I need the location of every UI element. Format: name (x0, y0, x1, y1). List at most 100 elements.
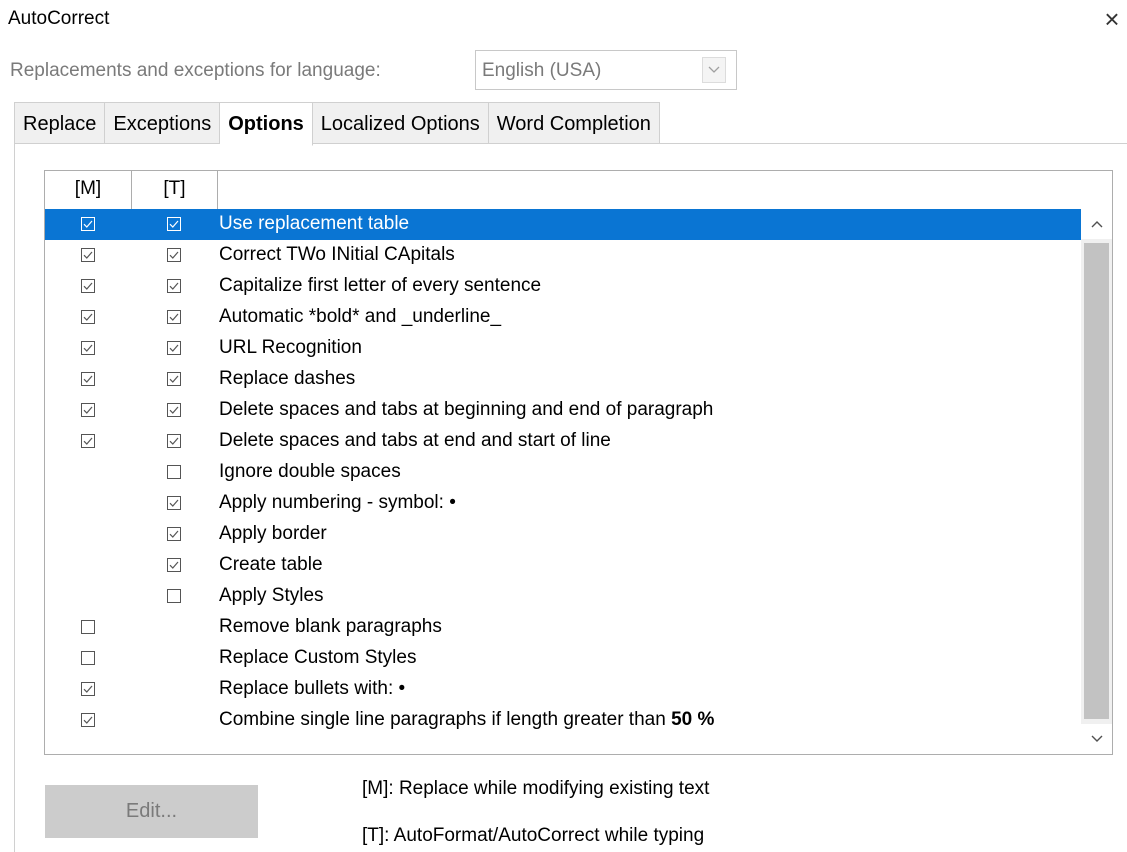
list-item[interactable]: Automatic *bold* and _underline_ (45, 302, 1081, 333)
checkbox-t[interactable] (167, 527, 181, 541)
option-label: Capitalize first letter of every sentenc… (219, 275, 541, 297)
legend-m: [M]: Replace while modifying existing te… (362, 778, 710, 799)
option-label: Apply numbering - symbol: • (219, 492, 456, 514)
checkbox-m[interactable] (81, 341, 95, 355)
edit-button-label: Edit... (125, 800, 178, 822)
option-text: Apply numbering - symbol: • (219, 492, 456, 513)
option-text: Correct TWo INitial CApitals (219, 244, 455, 265)
checkbox-t[interactable] (167, 434, 181, 448)
option-text: Delete spaces and tabs at end and start … (219, 430, 611, 451)
column-header-t[interactable]: [T] (132, 171, 218, 209)
tab-bar: Replace Exceptions Options Localized Opt… (14, 102, 660, 146)
checkbox-t[interactable] (167, 403, 181, 417)
option-text: Automatic *bold* and _underline_ (219, 306, 502, 327)
checkbox-m[interactable] (81, 403, 95, 417)
option-label: Create table (219, 554, 323, 576)
list-item[interactable]: Use replacement table (45, 209, 1081, 240)
list-item[interactable]: Apply Styles (45, 581, 1081, 612)
list-item[interactable]: Delete spaces and tabs at end and start … (45, 426, 1081, 457)
option-text: Replace dashes (219, 368, 356, 389)
list-header: [M] [T] (45, 171, 1112, 210)
checkbox-t[interactable] (167, 372, 181, 386)
list-item[interactable]: Replace dashes (45, 364, 1081, 395)
language-select[interactable]: English (USA) (475, 50, 737, 90)
list-item[interactable]: Correct TWo INitial CApitals (45, 240, 1081, 271)
option-label: Apply border (219, 523, 327, 545)
option-label: Apply Styles (219, 585, 324, 607)
checkbox-m[interactable] (81, 651, 95, 665)
column-header-m[interactable]: [M] (45, 171, 132, 209)
option-label: Replace Custom Styles (219, 647, 416, 669)
close-icon[interactable]: × (1097, 4, 1127, 34)
option-label: Ignore double spaces (219, 461, 401, 483)
checkbox-m[interactable] (81, 217, 95, 231)
list-item[interactable]: Capitalize first letter of every sentenc… (45, 271, 1081, 302)
checkbox-t[interactable] (167, 341, 181, 355)
vertical-scrollbar[interactable] (1081, 209, 1112, 754)
option-label: Remove blank paragraphs (219, 616, 442, 638)
checkbox-t[interactable] (167, 558, 181, 572)
checkbox-m[interactable] (81, 620, 95, 634)
checkbox-m[interactable] (81, 372, 95, 386)
tab-replace[interactable]: Replace (14, 102, 106, 144)
checkbox-m[interactable] (81, 682, 95, 696)
list-item[interactable]: Remove blank paragraphs (45, 612, 1081, 643)
checkbox-t[interactable] (167, 465, 181, 479)
option-text: Apply Styles (219, 585, 324, 606)
language-value: English (USA) (482, 60, 602, 81)
dialog-title: AutoCorrect (8, 8, 110, 29)
option-text: URL Recognition (219, 337, 362, 358)
option-label: Delete spaces and tabs at beginning and … (219, 399, 713, 421)
option-text: Apply border (219, 523, 327, 544)
tab-exceptions[interactable]: Exceptions (105, 102, 221, 144)
list-item[interactable]: Replace bullets with: • (45, 674, 1081, 705)
checkbox-m[interactable] (81, 248, 95, 262)
option-label: Combine single line paragraphs if length… (219, 709, 714, 731)
scrollbar-thumb[interactable] (1084, 243, 1109, 719)
option-text: Replace Custom Styles (219, 647, 417, 668)
option-value: 50 % (671, 709, 715, 730)
list-item[interactable]: Combine single line paragraphs if length… (45, 705, 1081, 736)
option-text: Replace bullets with: • (219, 678, 406, 699)
chevron-up-icon[interactable] (1081, 209, 1112, 239)
option-text: Create table (219, 554, 323, 575)
tab-options[interactable]: Options (220, 102, 313, 146)
list-item[interactable]: URL Recognition (45, 333, 1081, 364)
checkbox-m[interactable] (81, 310, 95, 324)
option-text: Ignore double spaces (219, 461, 401, 482)
checkbox-m[interactable] (81, 434, 95, 448)
column-header-label (218, 171, 1112, 209)
list-rows: Use replacement table Correct TWo INitial… (45, 209, 1081, 736)
title-bar: AutoCorrect × (0, 0, 1127, 38)
checkbox-m[interactable] (81, 279, 95, 293)
list-item[interactable]: Ignore double spaces (45, 457, 1081, 488)
tab-localized-options[interactable]: Localized Options (312, 102, 489, 144)
language-label: Replacements and exceptions for language… (10, 60, 381, 81)
tab-word-completion[interactable]: Word Completion (488, 102, 660, 144)
option-text: Capitalize first letter of every sentenc… (219, 275, 542, 296)
options-list: [M] [T] Use replacement table Correct TWo… (44, 170, 1113, 755)
list-item[interactable]: Delete spaces and tabs at beginning and … (45, 395, 1081, 426)
checkbox-t[interactable] (167, 217, 181, 231)
edit-button[interactable]: Edit... (45, 785, 258, 838)
option-label: Correct TWo INitial CApitals (219, 244, 455, 266)
language-row: Replacements and exceptions for language… (0, 50, 1127, 94)
checkbox-t[interactable] (167, 589, 181, 603)
list-item[interactable]: Replace Custom Styles (45, 643, 1081, 674)
checkbox-m[interactable] (81, 713, 95, 727)
option-label: Automatic *bold* and _underline_ (219, 306, 501, 328)
option-text: Use replacement table (219, 213, 410, 234)
list-item[interactable]: Create table (45, 550, 1081, 581)
option-label: Replace bullets with: • (219, 678, 405, 700)
list-item[interactable]: Apply border (45, 519, 1081, 550)
chevron-down-icon[interactable] (1081, 724, 1112, 754)
checkbox-t[interactable] (167, 310, 181, 324)
checkbox-t[interactable] (167, 496, 181, 510)
list-item[interactable]: Apply numbering - symbol: • (45, 488, 1081, 519)
option-label: Use replacement table (219, 213, 409, 235)
checkbox-t[interactable] (167, 248, 181, 262)
option-text: Remove blank paragraphs (219, 616, 442, 637)
checkbox-t[interactable] (167, 279, 181, 293)
chevron-down-icon[interactable] (702, 57, 726, 83)
option-text: Delete spaces and tabs at beginning and … (219, 399, 714, 420)
